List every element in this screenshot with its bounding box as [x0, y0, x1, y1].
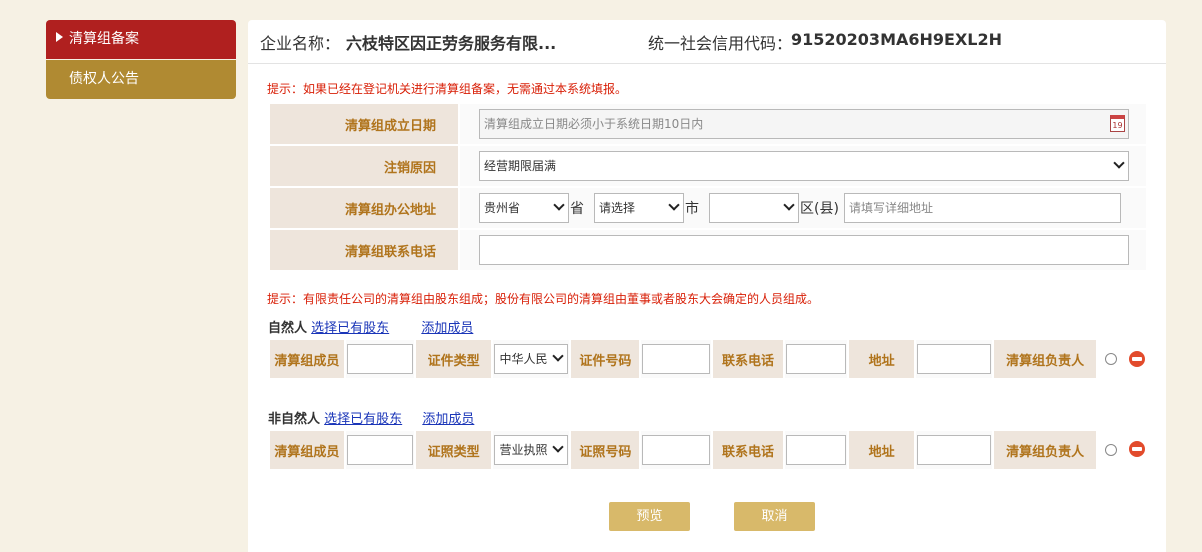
- table-row: 清算组成员 证件类型 中华人民 证件号码 联系电话 地址 清算组负责人: [268, 338, 1098, 380]
- member-phone-input[interactable]: [785, 344, 846, 374]
- remove-member-icon[interactable]: [1129, 351, 1145, 367]
- table-row: 清算组成员 证照类型 营业执照 证照号码 联系电话 地址 清算组负责人: [268, 429, 1098, 471]
- address-label: 清算组办公地址: [268, 186, 460, 230]
- arrow-right-icon: [56, 32, 63, 42]
- district-select[interactable]: [709, 193, 799, 223]
- reason-select[interactable]: 经营期限届满: [479, 151, 1129, 181]
- legal-person-header: 非自然人 选择已有股东 添加成员: [268, 408, 474, 427]
- remove-member-icon[interactable]: [1129, 441, 1145, 457]
- sidebar-item-liquidation-filing[interactable]: 清算组备案: [46, 20, 236, 59]
- col-phone: 联系电话: [711, 338, 785, 380]
- credit-code-label: 统一社会信用代码：: [648, 34, 793, 53]
- add-member-link[interactable]: 添加成员: [422, 412, 474, 427]
- id-number-input[interactable]: [642, 344, 711, 374]
- credit-code: 91520203MA6H9EXL2H: [791, 30, 1003, 49]
- city-unit: 市: [685, 201, 699, 217]
- address-placeholder: 请填写详细地址: [848, 201, 933, 215]
- member-name-input[interactable]: [346, 344, 413, 374]
- legal-person-title: 非自然人: [268, 412, 321, 427]
- col-member: 清算组成员: [268, 429, 346, 471]
- chevron-down-icon: [783, 199, 795, 211]
- province-unit: 省: [570, 201, 584, 217]
- leader-radio[interactable]: [1105, 353, 1117, 365]
- province-value: 贵州省: [484, 201, 521, 215]
- col-phone: 联系电话: [711, 429, 785, 471]
- leader-radio[interactable]: [1105, 444, 1117, 456]
- select-shareholder-link[interactable]: 选择已有股东: [311, 321, 389, 336]
- sidebar-item-label: 清算组备案: [69, 31, 139, 47]
- preview-button[interactable]: 预览: [609, 502, 690, 531]
- legal-person-table: 清算组成员 证照类型 营业执照 证照号码 联系电话 地址 清算组负责人: [268, 429, 1098, 471]
- cancel-button[interactable]: 取消: [734, 502, 815, 531]
- natural-person-header: 自然人 选择已有股东 添加成员: [268, 317, 473, 336]
- establish-date-input[interactable]: 清算组成立日期必须小于系统日期10日内 19: [479, 109, 1129, 139]
- col-id-type: 证件类型: [413, 338, 494, 380]
- company-name: 六枝特区因正劳务服务有限...: [346, 34, 557, 53]
- address-detail-input[interactable]: 请填写详细地址: [843, 193, 1121, 223]
- date-label: 清算组成立日期: [268, 102, 460, 146]
- chevron-down-icon: [552, 350, 565, 362]
- member-name-input[interactable]: [346, 435, 413, 465]
- chevron-down-icon: [552, 441, 565, 453]
- reason-value: 经营期限届满: [484, 159, 557, 173]
- sidebar-item-creditor-notice[interactable]: 债权人公告: [46, 60, 236, 99]
- natural-person-table: 清算组成员 证件类型 中华人民 证件号码 联系电话 地址 清算组负责人: [268, 338, 1098, 380]
- license-type-value: 营业执照: [499, 443, 548, 457]
- filing-tip: 提示：如果已经在登记机关进行清算组备案，无需通过本系统填报。: [267, 82, 628, 96]
- col-leader: 清算组负责人: [992, 338, 1098, 380]
- natural-person-title: 自然人: [268, 321, 308, 336]
- date-placeholder: 清算组成立日期必须小于系统日期10日内: [484, 117, 704, 131]
- id-type-select[interactable]: 中华人民: [494, 344, 569, 374]
- license-number-input[interactable]: [642, 435, 711, 465]
- id-type-value: 中华人民: [499, 352, 548, 366]
- col-leader: 清算组负责人: [992, 429, 1098, 471]
- sidebar-item-label: 债权人公告: [69, 71, 139, 87]
- member-phone-input[interactable]: [785, 435, 846, 465]
- member-address-input[interactable]: [917, 344, 992, 374]
- col-member: 清算组成员: [268, 338, 346, 380]
- add-member-link[interactable]: 添加成员: [421, 321, 473, 336]
- members-tip: 提示：有限责任公司的清算组由股东组成；股份有限公司的清算组由董事或者股东大会确定…: [267, 292, 820, 306]
- liquidation-form: 清算组成立日期 清算组成立日期必须小于系统日期10日内 19 注销原因 经营期限…: [268, 102, 1148, 272]
- district-unit: 区(县): [800, 201, 839, 217]
- calendar-icon[interactable]: 19: [1110, 115, 1125, 132]
- sidebar: 清算组备案 债权人公告: [46, 20, 236, 100]
- chevron-down-icon: [1113, 157, 1125, 169]
- col-license-no: 证照号码: [569, 429, 642, 471]
- col-id-no: 证件号码: [569, 338, 642, 380]
- city-value: 请选择: [599, 201, 636, 215]
- company-name-label: 企业名称：: [260, 34, 341, 53]
- phone-label: 清算组联系电话: [268, 228, 460, 272]
- chevron-down-icon: [668, 199, 680, 211]
- province-select[interactable]: 贵州省: [479, 193, 569, 223]
- phone-input[interactable]: [479, 235, 1129, 265]
- main-panel: 企业名称： 六枝特区因正劳务服务有限... 统一社会信用代码： 91520203…: [248, 20, 1166, 552]
- chevron-down-icon: [553, 199, 565, 211]
- reason-label: 注销原因: [268, 144, 460, 188]
- col-address: 地址: [846, 338, 917, 380]
- member-address-input[interactable]: [917, 435, 992, 465]
- city-select[interactable]: 请选择: [594, 193, 684, 223]
- col-license-type: 证照类型: [413, 429, 494, 471]
- company-header: 企业名称： 六枝特区因正劳务服务有限... 统一社会信用代码： 91520203…: [248, 20, 1166, 64]
- license-type-select[interactable]: 营业执照: [494, 435, 569, 465]
- col-address: 地址: [846, 429, 917, 471]
- select-shareholder-link[interactable]: 选择已有股东: [324, 412, 402, 427]
